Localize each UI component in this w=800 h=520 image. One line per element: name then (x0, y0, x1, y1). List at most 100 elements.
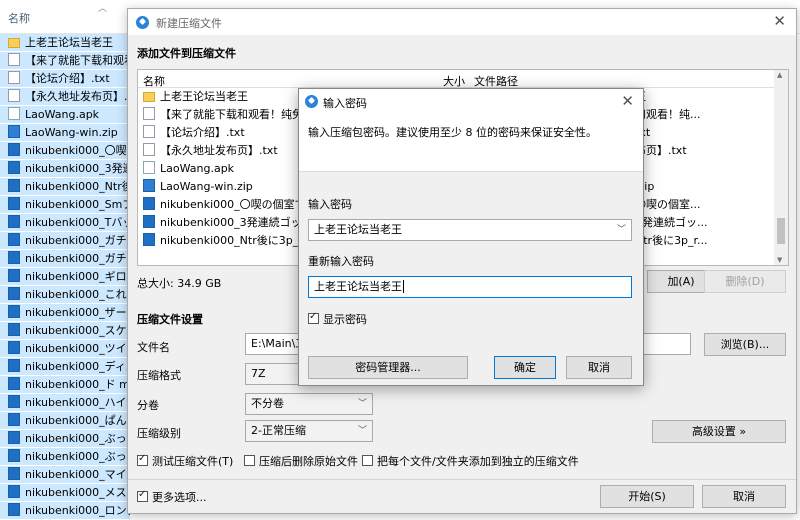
section-add-files: 添加文件到压缩文件 (137, 47, 236, 60)
password-manager-button[interactable]: 密码管理器... (308, 356, 468, 379)
explorer-item-label: nikubenki000_ギロチン (25, 270, 130, 283)
password-cancel-button[interactable]: 取消 (566, 356, 632, 379)
video-file-icon (8, 269, 20, 282)
explorer-list-item[interactable]: nikubenki000_3発連続 (0, 160, 130, 178)
checkbox-checked-icon (137, 453, 148, 466)
explorer-list-item[interactable]: nikubenki000_Tバック (0, 214, 130, 232)
enter-password-label: 输入密码 (308, 198, 352, 211)
explorer-item-label: nikubenki000_ガチフ (25, 252, 130, 265)
chevron-down-icon[interactable]: ﹀ (617, 220, 626, 240)
dialog-titlebar: 新建压缩文件 ✕ (128, 9, 796, 35)
file-list-header: 名称 大小 文件路径 (138, 70, 788, 88)
explorer-list-item[interactable]: nikubenki000_ぱんぴ (0, 412, 130, 430)
explorer-list-item[interactable]: nikubenki000_ぶっか (0, 448, 130, 466)
test-archive-checkbox[interactable]: 测试压缩文件(T) (137, 453, 233, 469)
explorer-list-item[interactable]: 上老王论坛当老王 (0, 34, 130, 52)
chevron-down-icon: ﹀ (357, 426, 367, 436)
ok-button[interactable]: 确定 (494, 356, 556, 379)
explorer-list-item[interactable]: nikubenki000_これが (0, 286, 130, 304)
explorer-list-item[interactable]: nikubenki000_ギロチン (0, 268, 130, 286)
file-icon (143, 125, 155, 138)
explorer-list-item[interactable]: nikubenki000_ディル (0, 358, 130, 376)
cancel-button[interactable]: 取消 (702, 485, 786, 508)
checkbox-checked-icon (308, 311, 319, 324)
explorer-list-item[interactable]: nikubenki000_ハイレグ (0, 394, 130, 412)
password-hint: 输入压缩包密码。建议使用至少 8 位的密码来保证安全性。 (308, 126, 597, 139)
zip-icon (143, 179, 155, 192)
more-options-checkbox[interactable]: 更多选项... (137, 489, 207, 505)
explorer-item-label: nikubenki000_ハイレグ (25, 396, 130, 409)
col-size[interactable]: 大小 (443, 73, 465, 89)
file-name: 【论坛介绍】.txt (160, 126, 245, 139)
level-select[interactable]: 2-正常压缩 ﹀ (245, 420, 373, 442)
explorer-list-item[interactable]: nikubenki000_ロング (0, 502, 130, 520)
explorer-list-item[interactable]: nikubenki000_メス牛 (0, 484, 130, 502)
split-select[interactable]: 不分卷 ﹀ (245, 393, 373, 415)
explorer-list-item[interactable]: nikubenki000_ガチイ (0, 232, 130, 250)
close-icon[interactable]: ✕ (773, 12, 786, 30)
password-dialog-title: 输入密码 (323, 97, 367, 110)
file-icon (8, 53, 20, 66)
explorer-item-label: nikubenki000_メス牛 (25, 486, 130, 499)
scroll-down-icon[interactable]: ▼ (777, 256, 782, 264)
checkbox-unchecked-icon (244, 455, 255, 466)
app-icon (305, 95, 318, 108)
explorer-list-item[interactable]: nikubenki000_ド m性 (0, 376, 130, 394)
delete-button[interactable]: 删除(D) (704, 270, 786, 293)
explorer-item-label: nikubenki000_ディル (25, 360, 130, 373)
explorer-list-item[interactable]: nikubenki000_ツインテ (0, 340, 130, 358)
browse-button[interactable]: 浏览(B)... (704, 333, 786, 356)
explorer-list-item[interactable]: LaoWang-win.zip (0, 124, 130, 142)
col-path[interactable]: 文件路径 (474, 73, 518, 89)
explorer-item-label: nikubenki000_ガチイ (25, 234, 130, 247)
col-name[interactable]: 名称 (143, 73, 165, 89)
explorer-list-item[interactable]: nikubenki000_ぶっか (0, 430, 130, 448)
level-value: 2-正常压缩 (251, 424, 306, 437)
explorer-item-label: LaoWang-win.zip (25, 126, 118, 139)
explorer-list-item[interactable]: 【来了就能下载和观看！ (0, 52, 130, 70)
explorer-item-label: nikubenki000_マイクロ (25, 468, 130, 481)
separate-archives-checkbox[interactable]: 把每个文件/文件夹添加到独立的压缩文件 (362, 453, 579, 469)
show-password-checkbox[interactable]: 显示密码 (308, 311, 367, 327)
explorer-item-label: nikubenki000_ツインテ (25, 342, 130, 355)
video-file-icon (8, 413, 20, 426)
reenter-password-label: 重新输入密码 (308, 255, 374, 268)
explorer-item-label: nikubenki000_Smプレ (25, 198, 130, 211)
explorer-list-item[interactable]: LaoWang.apk (0, 106, 130, 124)
close-icon[interactable]: ✕ (621, 92, 634, 110)
explorer-item-label: nikubenki000_3発連続 (25, 162, 130, 175)
password-titlebar: 输入密码 ✕ (299, 89, 643, 114)
password-dialog: 输入密码 ✕ 输入压缩包密码。建议使用至少 8 位的密码来保证安全性。 输入密码… (298, 88, 644, 386)
video-file-icon (8, 251, 20, 264)
file-path: 和观看！纯... (635, 108, 701, 121)
explorer-item-label: 【论坛介绍】.txt (25, 72, 110, 85)
chevron-down-icon: ﹀ (357, 399, 367, 409)
explorer-list-item[interactable]: nikubenki000_Smプレ (0, 196, 130, 214)
scroll-thumb[interactable] (777, 218, 785, 244)
explorer-list-item[interactable]: nikubenki000_マイクロ (0, 466, 130, 484)
delete-original-checkbox[interactable]: 压缩后删除原始文件 (244, 453, 358, 469)
format-label: 压缩格式 (137, 369, 181, 382)
file-path: 3発連続ゴッ... (635, 216, 708, 229)
apk-icon (143, 161, 155, 174)
explorer-list-item[interactable]: nikubenki000_スケスケ (0, 322, 130, 340)
video-file-icon (8, 377, 20, 390)
file-list-scrollbar[interactable]: ▲ ▼ (774, 70, 788, 265)
explorer-list-item[interactable]: nikubenki000_ザーメ (0, 304, 130, 322)
more-options-label: 更多选项... (152, 491, 207, 504)
advanced-settings-button[interactable]: 高级设置 » (652, 420, 786, 443)
explorer-item-label: LaoWang.apk (25, 108, 100, 121)
start-button[interactable]: 开始(S) (600, 485, 694, 508)
scroll-up-icon[interactable]: ▲ (777, 71, 782, 79)
explorer-col-name[interactable]: 名称 (8, 10, 30, 26)
explorer-list-item[interactable]: 【论坛介绍】.txt (0, 70, 130, 88)
separate-archives-label: 把每个文件/文件夹添加到独立的压缩文件 (377, 455, 579, 468)
checkbox-unchecked-icon (362, 455, 373, 466)
explorer-list-item[interactable]: nikubenki000_ガチフ (0, 250, 130, 268)
explorer-list-item[interactable]: 【永久地址发布页】.tx (0, 88, 130, 106)
explorer-list-item[interactable]: nikubenki000_Ntr後に (0, 178, 130, 196)
reenter-password-input[interactable]: 上老王论坛当老王 (308, 276, 632, 298)
password-input[interactable]: 上老王论坛当老王 ﹀ (308, 219, 632, 241)
sort-up-icon: ︿ (98, 4, 108, 14)
explorer-list-item[interactable]: nikubenki000_〇喫の (0, 142, 130, 160)
